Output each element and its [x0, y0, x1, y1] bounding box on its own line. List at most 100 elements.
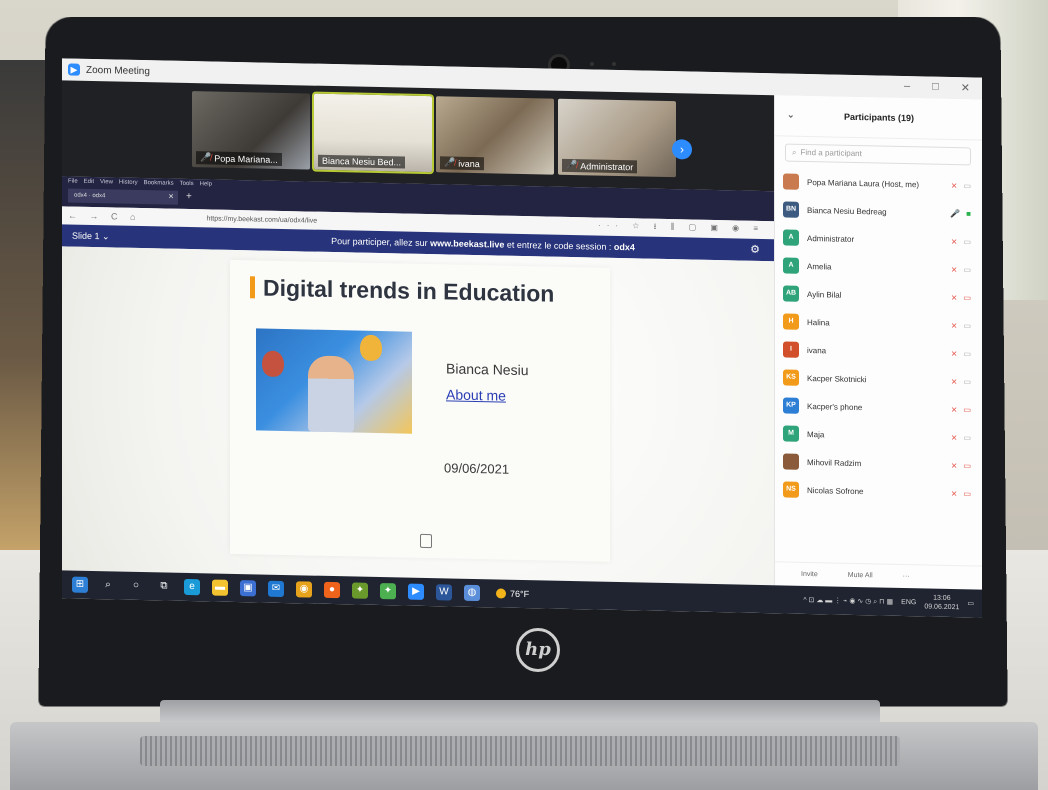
mic-muted-icon[interactable]: ⨯	[951, 488, 958, 497]
tab-label: odx4 · odx4	[74, 192, 106, 200]
notification-icon[interactable]: ▭	[967, 599, 974, 607]
mic-muted-icon[interactable]: ⨯	[951, 264, 958, 273]
menu-tools[interactable]: Tools	[180, 181, 194, 187]
next-page-button[interactable]: ›	[672, 139, 692, 160]
close-button[interactable]: ✕	[961, 81, 970, 94]
more-button[interactable]: ···	[903, 573, 910, 580]
menu-edit[interactable]: Edit	[84, 179, 94, 185]
tray-icons[interactable]: ^ ⊡ ☁ ▬ ⋮ ⌁ ◉ ∿ ◷ ⌕ ⊓ ▦	[803, 595, 893, 606]
video-tile[interactable]: 🎤̸ Administrator	[558, 98, 676, 178]
edge-icon[interactable]: e	[184, 578, 200, 596]
mic-muted-icon[interactable]: ⨯	[951, 180, 958, 189]
app-icon-2[interactable]: ✦	[380, 583, 396, 600]
slide-photo	[256, 328, 412, 434]
search-icon[interactable]: ⌕	[100, 577, 116, 593]
camera-icon[interactable]: ▭	[963, 265, 971, 274]
camera-icon[interactable]: ▭	[963, 461, 971, 470]
close-tab-icon[interactable]: ✕	[168, 191, 174, 205]
mic-muted-icon[interactable]: ⨯	[951, 292, 958, 301]
about-me-link[interactable]: About me	[446, 386, 506, 403]
participant-row[interactable]: Popa Mariana Laura (Host, me) ⨯ ▭	[775, 167, 982, 199]
video-tile[interactable]: 🎤̸ ivana	[436, 96, 554, 175]
new-tab-button[interactable]: +	[186, 191, 192, 202]
tile-name: Popa Mariana...	[214, 153, 278, 165]
mail-icon[interactable]: ✉	[268, 580, 284, 598]
camera-icon[interactable]: ▭	[963, 489, 971, 498]
participant-row[interactable]: A Amelia ⨯ ▭	[775, 251, 982, 283]
participant-row[interactable]: A Administrator ⨯ ▭	[775, 223, 982, 255]
participant-row[interactable]: H Halina ⨯ ▭	[775, 307, 982, 339]
participant-row[interactable]: BN Bianca Nesiu Bedreag 🎤 ■	[775, 195, 982, 227]
mic-muted-icon[interactable]: ⨯	[951, 236, 958, 245]
video-tile-active-speaker[interactable]: Bianca Nesiu Bed...	[312, 91, 434, 175]
file-explorer-icon[interactable]: ▬	[212, 579, 228, 596]
avatar: A	[783, 229, 799, 246]
chrome-icon[interactable]: ◉	[296, 581, 312, 598]
mic-muted-icon[interactable]: ⨯	[951, 320, 958, 329]
gear-icon[interactable]: ⚙	[750, 243, 760, 256]
window-title: Zoom Meeting	[86, 64, 150, 77]
banner-prefix: Pour participer, allez sur	[331, 236, 431, 249]
zoom-icon[interactable]: ▶	[408, 583, 424, 600]
task-view-icon[interactable]: ⧉	[156, 578, 172, 594]
participant-row[interactable]: Iivana ⨯ ▭	[775, 335, 982, 367]
participant-row[interactable]: NS Nicolas Sofrone ⨯ ▭	[775, 475, 982, 507]
maximize-button[interactable]: □	[932, 81, 939, 94]
mic-muted-icon: 🎤̸	[200, 152, 212, 163]
camera-icon[interactable]: ▭	[963, 321, 971, 330]
cortana-icon[interactable]: ○	[128, 578, 144, 594]
firefox-icon[interactable]: ●	[324, 581, 340, 599]
hp-logo: hp	[516, 628, 560, 672]
participant-list: Popa Mariana Laura (Host, me) ⨯ ▭ BN Bianca …	[775, 167, 982, 507]
mic-muted-icon[interactable]: ⨯	[951, 376, 958, 385]
participant-row[interactable]: AB Aylin Bilal ⨯ ▭	[775, 279, 982, 311]
menu-help[interactable]: Help	[200, 181, 212, 187]
menu-bookmarks[interactable]: Bookmarks	[144, 180, 174, 187]
word-icon[interactable]: W	[436, 584, 452, 601]
avatar: KS	[783, 369, 799, 386]
participant-name: Kacper Skotnicki	[807, 373, 867, 384]
store-icon[interactable]: ▣	[240, 580, 256, 597]
camera-icon[interactable]: ▭	[963, 349, 971, 358]
windows-icon[interactable]: ⊞	[72, 576, 88, 593]
app-icon[interactable]: ✦	[352, 582, 368, 599]
participant-status: ⨯ ▭	[951, 404, 971, 413]
chevron-down-icon[interactable]: ⌄	[787, 110, 795, 121]
menu-file[interactable]: File	[68, 178, 78, 184]
notes-icon[interactable]	[420, 533, 432, 549]
camera-icon[interactable]: ▭	[963, 405, 971, 414]
slide-selector[interactable]: Slide 1 ⌄	[62, 230, 252, 245]
slide: Digital trends in Education Bianca Nesiu…	[230, 259, 610, 562]
nav-buttons[interactable]: ← → C ⌂	[62, 210, 146, 222]
participant-row[interactable]: KS Kacper Skotnicki ⨯ ▭	[775, 363, 982, 395]
participant-row[interactable]: M Maja ⨯ ▭	[775, 419, 982, 451]
menu-view[interactable]: View	[100, 179, 113, 185]
weather-widget[interactable]: 76°F	[496, 588, 529, 599]
camera-icon[interactable]: ▭	[963, 293, 971, 302]
mic-muted-icon[interactable]: ⨯	[951, 404, 958, 413]
browser-tab[interactable]: odx4 · odx4 ✕	[68, 188, 178, 205]
mic-muted-icon[interactable]: ⨯	[951, 348, 958, 357]
browser-toolbar-icons[interactable]: ··· ☆ ⭳ ⫼ ▢ ▣ ◉ ≡	[598, 220, 764, 237]
mic-muted-icon[interactable]: ⨯	[951, 432, 958, 441]
globe-icon[interactable]: ◍	[464, 584, 480, 602]
avatar: I	[783, 341, 799, 358]
camera-icon[interactable]: ▭	[963, 377, 971, 386]
minimize-button[interactable]: –	[904, 80, 910, 93]
participant-row[interactable]: KP Kacper's phone ⨯ ▭	[775, 391, 982, 423]
language-indicator[interactable]: ENG	[901, 598, 916, 605]
camera-icon[interactable]: ▭	[963, 433, 971, 442]
clock[interactable]: 13:06 09.06.2021	[924, 593, 959, 612]
camera-icon[interactable]: ▭	[963, 237, 971, 246]
mute-all-button[interactable]: Mute All	[848, 572, 873, 580]
invite-button[interactable]: Invite	[801, 571, 818, 578]
menu-history[interactable]: History	[119, 180, 138, 186]
participant-row[interactable]: Mihovil Radzim ⨯ ▭	[775, 447, 982, 479]
mic-on-icon[interactable]: 🎤	[950, 208, 960, 217]
mic-muted-icon[interactable]: ⨯	[951, 460, 958, 469]
url-field[interactable]: https://my.beekast.com/ua/odx4/live	[206, 215, 317, 224]
participant-search-input[interactable]: ⌕ Find a participant	[785, 143, 971, 166]
camera-icon[interactable]: ▭	[963, 181, 971, 190]
video-tile[interactable]: 🎤̸ Popa Mariana...	[192, 91, 310, 170]
camera-icon[interactable]: ■	[966, 209, 971, 218]
